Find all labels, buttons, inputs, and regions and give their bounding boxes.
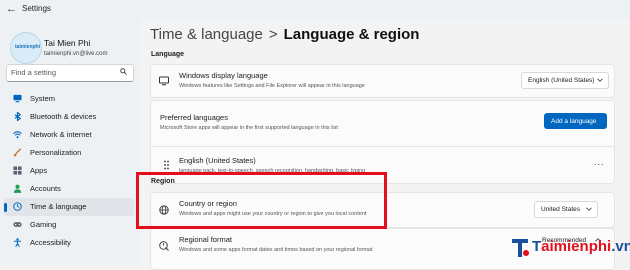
breadcrumb-parent[interactable]: Time & language bbox=[150, 26, 263, 43]
sidebar-item-label: Accounts bbox=[30, 184, 61, 193]
search-icon[interactable] bbox=[120, 68, 127, 75]
apps-icon bbox=[13, 166, 22, 175]
page-title: Language & region bbox=[283, 26, 420, 43]
sidebar-nav: System Bluetooth & devices Network & int… bbox=[4, 90, 134, 252]
avatar: taimienphi bbox=[10, 32, 42, 64]
search-box[interactable] bbox=[6, 64, 134, 82]
sidebar-item-label: Bluetooth & devices bbox=[30, 112, 97, 121]
sidebar-item-label: Accessibility bbox=[30, 238, 71, 247]
globe-clock-icon bbox=[13, 202, 22, 211]
sidebar: taimienphi Tai Mien Phi taimienphi.vn@li… bbox=[0, 20, 140, 264]
chevron-down-icon bbox=[597, 78, 603, 82]
english-language-title: English (United States) bbox=[179, 156, 256, 165]
accessibility-icon bbox=[13, 238, 22, 247]
sidebar-item-gaming[interactable]: Gaming bbox=[4, 216, 134, 234]
display-language-card: Windows display language Windows feature… bbox=[150, 64, 615, 98]
controller-icon bbox=[13, 222, 22, 227]
sidebar-item-label: Time & language bbox=[30, 202, 87, 211]
sidebar-item-bluetooth[interactable]: Bluetooth & devices bbox=[4, 108, 134, 126]
taimienphi-watermark: Taimienphi.vn bbox=[506, 232, 630, 264]
sidebar-item-label: Gaming bbox=[30, 220, 57, 229]
title-bar: ← Settings bbox=[0, 0, 630, 20]
wifi-icon bbox=[13, 131, 22, 139]
preferred-languages-title: Preferred languages bbox=[160, 113, 228, 122]
window-title: Settings bbox=[22, 4, 51, 13]
drag-handle-icon[interactable] bbox=[163, 160, 170, 170]
region-highlight-box bbox=[136, 172, 387, 229]
sidebar-item-label: Apps bbox=[30, 166, 48, 175]
sidebar-item-label: Personalization bbox=[30, 148, 82, 157]
profile-email: taimienphi.vn@live.com bbox=[44, 51, 108, 57]
sidebar-item-system[interactable]: System bbox=[4, 90, 134, 108]
profile-name: Tai Mien Phi bbox=[44, 38, 91, 48]
watermark-logo-icon bbox=[512, 239, 529, 257]
display-language-icon bbox=[159, 76, 169, 86]
back-arrow-icon[interactable]: ← bbox=[6, 3, 18, 15]
watermark-brand: aimienphi bbox=[541, 238, 612, 255]
watermark-text: Taimienphi.vn bbox=[532, 238, 630, 255]
avatar-label: taimienphi bbox=[15, 44, 41, 50]
regional-format-title: Regional format bbox=[179, 235, 232, 244]
sidebar-item-time-language[interactable]: Time & language bbox=[4, 198, 134, 216]
watermark-suffix: .vn bbox=[611, 238, 630, 255]
brush-icon bbox=[13, 148, 22, 157]
sidebar-item-apps[interactable]: Apps bbox=[4, 162, 134, 180]
preferred-languages-desc: Microsoft Store apps will appear in the … bbox=[160, 125, 338, 131]
more-options-icon[interactable]: ... bbox=[594, 157, 605, 167]
breadcrumb: Time & language > Language & region bbox=[150, 26, 419, 43]
add-language-button[interactable]: Add a language bbox=[544, 113, 607, 129]
regional-format-icon bbox=[159, 241, 169, 251]
bluetooth-icon bbox=[14, 112, 22, 121]
search-input[interactable] bbox=[11, 67, 111, 78]
display-language-value: English (United States) bbox=[528, 77, 595, 84]
breadcrumb-separator: > bbox=[268, 26, 278, 43]
display-language-desc: Windows features like Settings and File … bbox=[179, 83, 365, 89]
display-language-title: Windows display language bbox=[179, 71, 268, 80]
section-heading-language: Language bbox=[151, 51, 185, 58]
country-region-dropdown[interactable]: United States bbox=[534, 201, 598, 218]
display-language-dropdown[interactable]: English (United States) bbox=[521, 72, 609, 89]
watermark-prefix: T bbox=[532, 238, 542, 255]
country-region-value: United States bbox=[541, 206, 581, 213]
person-icon bbox=[13, 184, 22, 193]
sidebar-item-label: Network & internet bbox=[30, 130, 92, 139]
sidebar-item-label: System bbox=[30, 94, 56, 103]
preferred-languages-card: Preferred languages Microsoft Store apps… bbox=[150, 100, 615, 147]
regional-format-desc: Windows and some apps format dates and t… bbox=[179, 247, 373, 253]
add-language-label: Add a language bbox=[551, 118, 597, 125]
sidebar-item-accessibility[interactable]: Accessibility bbox=[4, 234, 134, 252]
chevron-down-icon bbox=[586, 207, 592, 211]
sidebar-item-personalization[interactable]: Personalization bbox=[4, 144, 134, 162]
sidebar-item-network[interactable]: Network & internet bbox=[4, 126, 134, 144]
sidebar-item-accounts[interactable]: Accounts bbox=[4, 180, 134, 198]
monitor-icon bbox=[13, 94, 22, 103]
